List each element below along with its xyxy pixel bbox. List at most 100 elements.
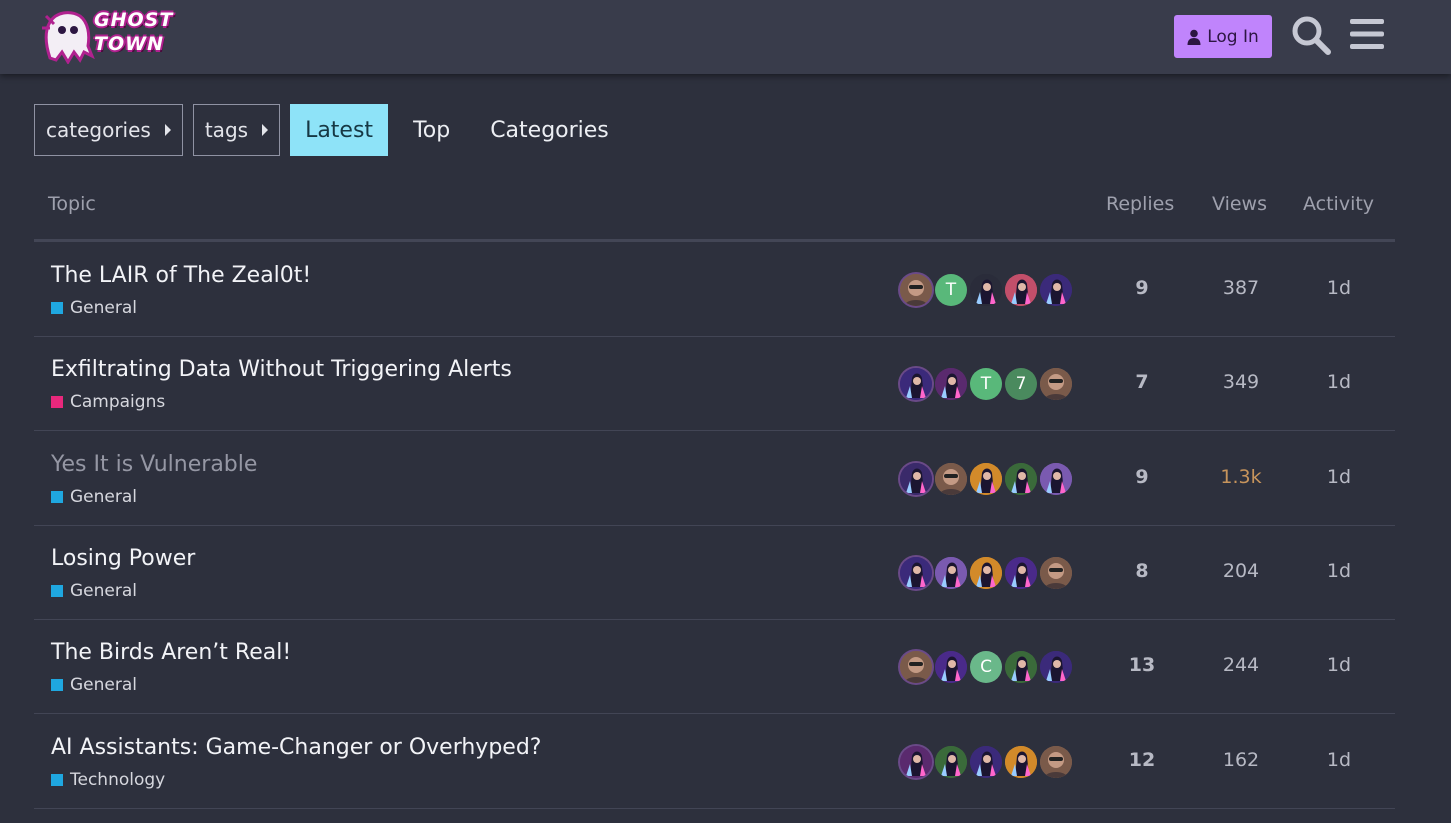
poster-avatar[interactable]: T bbox=[970, 368, 1002, 400]
poster-avatar[interactable] bbox=[935, 557, 967, 589]
tab-categories[interactable]: Categories bbox=[475, 104, 624, 156]
topic-column-header[interactable]: Topic bbox=[48, 193, 96, 215]
category-badge[interactable]: General bbox=[51, 487, 137, 507]
poster-avatar[interactable] bbox=[900, 557, 932, 589]
posters-list bbox=[900, 557, 1075, 589]
category-color-swatch bbox=[51, 302, 63, 314]
poster-avatar[interactable] bbox=[900, 368, 932, 400]
poster-avatar[interactable] bbox=[935, 368, 967, 400]
topic-row[interactable]: Losing Power General 8 204 1d bbox=[34, 526, 1395, 620]
topic-title[interactable]: The LAIR of The Zeal0t! bbox=[51, 263, 311, 288]
topic-row[interactable]: AI Assistants: Game-Changer or Overhyped… bbox=[34, 715, 1395, 809]
poster-avatar[interactable] bbox=[1005, 557, 1037, 589]
category-badge[interactable]: General bbox=[51, 675, 137, 695]
category-badge[interactable]: General bbox=[51, 581, 137, 601]
poster-avatar[interactable] bbox=[1040, 463, 1072, 495]
poster-avatar[interactable] bbox=[970, 746, 1002, 778]
poster-avatar[interactable] bbox=[970, 274, 1002, 306]
logo-text: GHOST TOWN bbox=[94, 9, 174, 55]
views-count: 244 bbox=[1222, 654, 1260, 676]
topic-title[interactable]: Yes It is Vulnerable bbox=[51, 452, 257, 477]
category-color-swatch bbox=[51, 585, 63, 597]
avatar-letter: 7 bbox=[1015, 374, 1027, 394]
poster-avatar[interactable]: T bbox=[935, 274, 967, 306]
poster-avatar[interactable] bbox=[1040, 557, 1072, 589]
category-name: General bbox=[70, 581, 137, 601]
poster-avatar[interactable] bbox=[970, 463, 1002, 495]
category-badge[interactable]: Campaigns bbox=[51, 392, 165, 412]
activity-time[interactable]: 1d bbox=[1289, 277, 1389, 299]
poster-avatar[interactable] bbox=[935, 651, 967, 683]
category-name: Technology bbox=[70, 770, 166, 790]
tags-dropdown[interactable]: tags bbox=[192, 104, 281, 156]
search-icon[interactable] bbox=[1290, 14, 1332, 56]
categories-dropdown-label: categories bbox=[46, 118, 151, 142]
topic-row[interactable]: The Birds Aren’t Real! General C 13 244 1d bbox=[34, 620, 1395, 714]
views-count: 387 bbox=[1222, 277, 1260, 299]
replies-count: 12 bbox=[1128, 749, 1156, 771]
hamburger-menu-icon[interactable] bbox=[1348, 16, 1386, 52]
tab-latest[interactable]: Latest bbox=[290, 104, 389, 156]
category-badge[interactable]: General bbox=[51, 298, 137, 318]
replies-column-header[interactable]: Replies bbox=[1106, 193, 1174, 215]
topic-title[interactable]: AI Assistants: Game-Changer or Overhyped… bbox=[51, 735, 541, 760]
poster-avatar[interactable] bbox=[900, 274, 932, 306]
ghost-icon bbox=[42, 11, 95, 64]
poster-avatar[interactable] bbox=[900, 463, 932, 495]
topic-title[interactable]: The Birds Aren’t Real! bbox=[51, 640, 291, 665]
views-column-header[interactable]: Views bbox=[1212, 193, 1267, 215]
poster-avatar[interactable] bbox=[900, 651, 932, 683]
category-color-swatch bbox=[51, 679, 63, 691]
replies-count: 9 bbox=[1135, 277, 1149, 299]
topic-row[interactable]: The LAIR of The Zeal0t! General T 9 387 1d bbox=[34, 243, 1395, 337]
categories-dropdown[interactable]: categories bbox=[34, 104, 183, 156]
poster-avatar[interactable] bbox=[1005, 463, 1037, 495]
posters-list bbox=[900, 746, 1075, 778]
poster-avatar[interactable] bbox=[1040, 746, 1072, 778]
topic-title[interactable]: Losing Power bbox=[51, 546, 195, 571]
topic-row[interactable]: Exfiltrating Data Without Triggering Ale… bbox=[34, 337, 1395, 431]
tab-top[interactable]: Top bbox=[398, 104, 465, 156]
views-count: 349 bbox=[1222, 371, 1260, 393]
replies-count: 13 bbox=[1128, 654, 1156, 676]
category-name: General bbox=[70, 675, 137, 695]
login-button[interactable]: Log In bbox=[1174, 15, 1272, 58]
activity-time[interactable]: 1d bbox=[1289, 654, 1389, 676]
poster-avatar[interactable] bbox=[1040, 368, 1072, 400]
poster-avatar[interactable] bbox=[1005, 746, 1037, 778]
ghost-town-logo[interactable]: GHOST TOWN bbox=[40, 6, 174, 64]
replies-count: 8 bbox=[1135, 560, 1149, 582]
posters-list: T bbox=[900, 274, 1075, 306]
caret-right-icon bbox=[164, 124, 171, 136]
poster-avatar[interactable]: C bbox=[970, 651, 1002, 683]
poster-avatar[interactable] bbox=[1005, 651, 1037, 683]
topic-title[interactable]: Exfiltrating Data Without Triggering Ale… bbox=[51, 357, 512, 382]
avatar-letter: C bbox=[980, 657, 992, 677]
login-label: Log In bbox=[1207, 26, 1259, 47]
poster-avatar[interactable] bbox=[1040, 274, 1072, 306]
user-icon bbox=[1187, 29, 1201, 45]
topic-row[interactable]: Yes It is Vulnerable General 9 1.3k 1d bbox=[34, 432, 1395, 526]
activity-time[interactable]: 1d bbox=[1289, 371, 1389, 393]
views-count: 162 bbox=[1222, 749, 1260, 771]
poster-avatar[interactable] bbox=[1040, 651, 1072, 683]
tags-dropdown-label: tags bbox=[204, 118, 249, 142]
views-count: 204 bbox=[1222, 560, 1260, 582]
posters-list: C bbox=[900, 651, 1075, 683]
poster-avatar[interactable] bbox=[935, 746, 967, 778]
poster-avatar[interactable] bbox=[1005, 274, 1037, 306]
activity-time[interactable]: 1d bbox=[1289, 560, 1389, 582]
activity-column-header[interactable]: Activity bbox=[1303, 193, 1374, 215]
site-header: GHOST TOWN Log In bbox=[0, 0, 1451, 74]
avatar-letter: T bbox=[980, 374, 992, 394]
poster-avatar[interactable] bbox=[970, 557, 1002, 589]
poster-avatar[interactable]: 7 bbox=[1005, 368, 1037, 400]
activity-time[interactable]: 1d bbox=[1289, 466, 1389, 488]
category-badge[interactable]: Technology bbox=[51, 770, 165, 790]
poster-avatar[interactable] bbox=[900, 746, 932, 778]
category-color-swatch bbox=[51, 396, 63, 408]
activity-time[interactable]: 1d bbox=[1289, 749, 1389, 771]
poster-avatar[interactable] bbox=[935, 463, 967, 495]
topic-list-header: Topic Replies Views Activity bbox=[34, 182, 1395, 242]
category-color-swatch bbox=[51, 491, 63, 503]
